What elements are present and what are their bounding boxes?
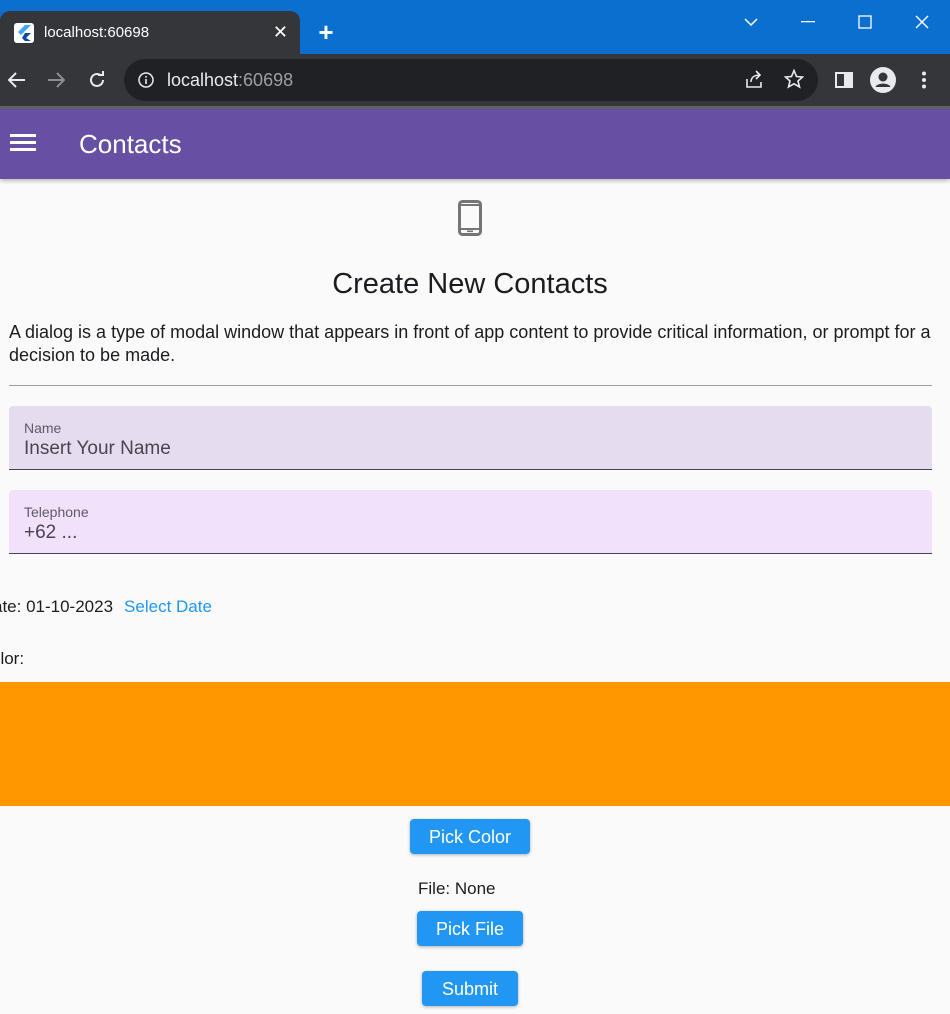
- pick-file-button[interactable]: Pick File: [417, 911, 523, 946]
- name-field-label: Name: [24, 420, 62, 436]
- reload-icon[interactable]: [83, 66, 111, 94]
- page-title: Create New Contacts: [332, 268, 608, 300]
- url-text: localhost:60698: [167, 70, 293, 90]
- browser-toolbar: localhost:60698: [0, 54, 950, 106]
- tab-search-chevron-icon[interactable]: [731, 10, 771, 34]
- new-tab-icon[interactable]: +: [312, 18, 340, 46]
- telephone-field[interactable]: Telephone: [9, 490, 932, 554]
- select-date-button[interactable]: Select Date: [124, 597, 212, 617]
- selected-color-swatch: [0, 682, 950, 806]
- telephone-input[interactable]: [24, 522, 904, 544]
- file-status-text: File: None: [418, 879, 496, 898]
- back-icon[interactable]: [3, 66, 31, 94]
- profile-avatar-icon[interactable]: [869, 66, 897, 94]
- minimize-icon[interactable]: [788, 10, 828, 34]
- section-divider: [9, 385, 932, 386]
- page-description: A dialog is a type of modal window that …: [9, 322, 931, 365]
- browser-menu-icon[interactable]: [910, 66, 938, 94]
- browser-tab[interactable]: localhost:60698 ✕: [0, 11, 300, 54]
- url-host: localhost: [167, 70, 239, 90]
- address-bar[interactable]: localhost:60698: [124, 59, 818, 101]
- forward-icon[interactable]: [42, 66, 70, 94]
- telephone-field-label: Telephone: [24, 504, 89, 520]
- pick-color-button[interactable]: Pick Color: [410, 819, 530, 854]
- maximize-icon[interactable]: [845, 10, 885, 34]
- color-text: olor:: [0, 649, 25, 668]
- tab-title: localhost:60698: [44, 24, 150, 41]
- flutter-favicon-icon: [14, 23, 34, 43]
- smartphone-icon: [458, 200, 482, 241]
- tab-close-icon[interactable]: ✕: [273, 22, 288, 42]
- date-row: ate: 01-10-2023 Select Date: [0, 597, 212, 617]
- name-input[interactable]: [24, 438, 904, 460]
- close-window-icon[interactable]: [902, 10, 942, 34]
- hamburger-menu-icon[interactable]: [10, 131, 38, 157]
- app-bar-title: Contacts: [79, 129, 182, 159]
- url-port: :60698: [238, 70, 294, 90]
- share-icon[interactable]: [744, 70, 764, 95]
- browser-tab-strip: localhost:60698 ✕ +: [0, 0, 950, 54]
- side-panel-icon[interactable]: [830, 66, 858, 94]
- submit-button[interactable]: Submit: [422, 971, 518, 1006]
- date-text: ate: 01-10-2023: [0, 597, 114, 616]
- app-bar: Contacts: [0, 109, 950, 179]
- site-info-icon[interactable]: [138, 72, 154, 93]
- name-field[interactable]: Name: [9, 406, 932, 470]
- bookmark-star-icon[interactable]: [783, 68, 805, 94]
